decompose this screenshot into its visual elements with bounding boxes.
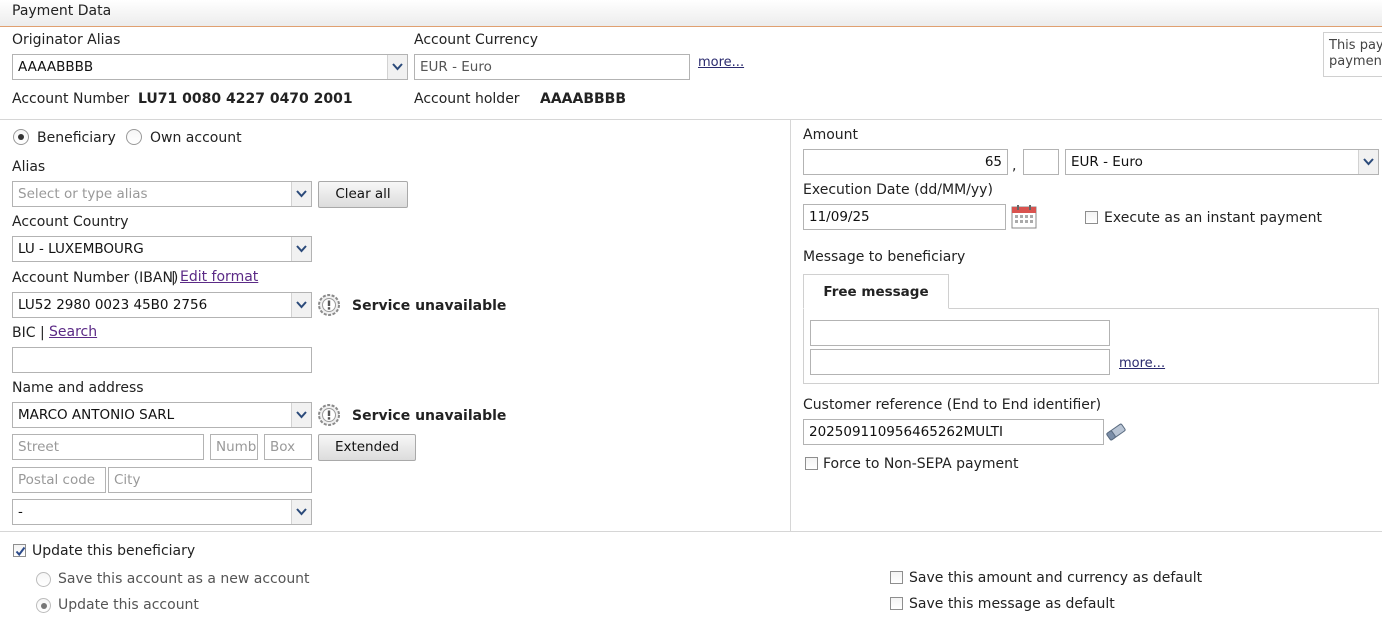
account-currency-label: Account Currency <box>414 32 539 48</box>
account-currency-field: EUR - Euro <box>414 54 690 80</box>
extended-button[interactable]: Extended <box>318 434 416 461</box>
side-note-line1: This pay <box>1329 38 1382 53</box>
update-beneficiary-checkbox[interactable] <box>13 544 26 557</box>
column-divider <box>790 120 791 531</box>
message-line2-input[interactable] <box>810 349 1110 375</box>
eraser-icon[interactable] <box>1104 421 1128 443</box>
decimals-input[interactable] <box>1023 149 1059 175</box>
save-amount-default-label: Save this amount and currency as default <box>909 570 1203 586</box>
execution-date-input[interactable]: 11/09/25 <box>803 204 1006 230</box>
amount-currency-value: EUR - Euro <box>1071 154 1143 170</box>
number-input[interactable]: Number <box>210 434 258 460</box>
force-nonsepa-label: Force to Non-SEPA payment <box>823 456 1019 472</box>
iban-value: LU52 2980 0023 45B0 2756 <box>18 297 208 313</box>
originator-alias-label: Originator Alias <box>12 32 121 48</box>
message-more-link[interactable]: more... <box>1119 356 1165 371</box>
chevron-down-icon[interactable] <box>1358 150 1378 174</box>
chevron-down-icon[interactable] <box>291 293 311 317</box>
bic-label: BIC <box>12 325 36 341</box>
name-combobox[interactable]: MARCO ANTONIO SARL <box>12 402 312 428</box>
chevron-down-icon[interactable] <box>291 403 311 427</box>
tab-free-message-label: Free message <box>823 284 929 300</box>
iban-combobox[interactable]: LU52 2980 0023 45B0 2756 <box>12 292 312 318</box>
bic-input[interactable] <box>12 347 312 373</box>
address-country-select[interactable]: - <box>12 499 312 525</box>
amount-currency-select[interactable]: EUR - Euro <box>1065 149 1379 175</box>
section-header: Payment Data <box>0 0 1382 27</box>
radio-save-new-account[interactable] <box>36 572 51 587</box>
account-holder-label: Account holder <box>414 91 520 107</box>
side-note-box: This pay paymen <box>1323 32 1382 77</box>
radio-update-account[interactable] <box>36 598 51 613</box>
customer-reference-label: Customer reference (End to End identifie… <box>803 397 1102 413</box>
alias-placeholder: Select or type alias <box>18 186 148 202</box>
city-input[interactable]: City <box>108 467 312 493</box>
save-message-default-checkbox[interactable] <box>890 597 903 610</box>
alias-combobox[interactable]: Select or type alias <box>12 181 312 207</box>
side-note-line2: paymen <box>1329 54 1382 69</box>
account-country-select[interactable]: LU - LUXEMBOURG <box>12 236 312 262</box>
originator-alias-value: AAAABBBB <box>18 59 94 75</box>
decimal-separator: , <box>1012 158 1017 174</box>
update-account-label: Update this account <box>58 597 199 613</box>
account-number-value: LU71 0080 4227 0470 2001 <box>138 91 353 107</box>
radio-own-account[interactable] <box>126 129 142 145</box>
calendar-icon[interactable] <box>1011 204 1037 229</box>
message-line1-input[interactable] <box>810 320 1110 346</box>
radio-beneficiary[interactable] <box>13 129 29 145</box>
address-country-value: - <box>18 504 23 520</box>
iban-service-status: Service unavailable <box>352 298 507 314</box>
divider-top <box>0 119 1382 120</box>
name-address-label: Name and address <box>12 380 144 396</box>
chevron-down-icon[interactable] <box>387 55 407 79</box>
divider-bottom <box>0 531 1382 532</box>
amount-input[interactable]: 65 <box>803 149 1008 175</box>
message-label: Message to beneficiary <box>803 249 966 265</box>
amount-label: Amount <box>803 127 859 143</box>
edit-format-link[interactable]: Edit format <box>180 269 258 285</box>
name-value: MARCO ANTONIO SARL <box>18 407 175 423</box>
iban-label: Account Number (IBAN) <box>12 270 179 286</box>
postal-code-input[interactable]: Postal code <box>12 467 106 493</box>
account-holder-value: AAAABBBB <box>540 91 627 107</box>
alias-label: Alias <box>12 159 46 175</box>
update-beneficiary-label: Update this beneficiary <box>32 543 196 559</box>
service-warning-icon <box>318 294 340 316</box>
originator-more-link[interactable]: more... <box>698 55 744 70</box>
account-number-label: Account Number <box>12 91 130 107</box>
account-country-label: Account Country <box>12 214 129 230</box>
account-country-value: LU - LUXEMBOURG <box>18 241 144 257</box>
radio-own-account-label: Own account <box>150 130 242 146</box>
radio-beneficiary-label: Beneficiary <box>37 130 116 146</box>
save-amount-default-checkbox[interactable] <box>890 571 903 584</box>
chevron-down-icon[interactable] <box>291 500 311 524</box>
street-input[interactable]: Street <box>12 434 204 460</box>
name-service-status: Service unavailable <box>352 408 507 424</box>
section-title: Payment Data <box>12 3 112 19</box>
instant-payment-checkbox[interactable] <box>1085 211 1098 224</box>
tab-free-message[interactable]: Free message <box>803 274 949 309</box>
originator-alias-select[interactable]: AAAABBBB <box>12 54 408 80</box>
bic-separator: | <box>40 325 45 341</box>
instant-payment-label: Execute as an instant payment <box>1104 210 1322 226</box>
iban-separator: | <box>171 270 176 286</box>
clear-all-button[interactable]: Clear all <box>318 181 408 208</box>
save-new-account-label: Save this account as a new account <box>58 571 310 587</box>
force-nonsepa-checkbox[interactable] <box>805 457 818 470</box>
chevron-down-icon[interactable] <box>291 237 311 261</box>
bic-search-link[interactable]: Search <box>49 324 97 340</box>
service-warning-icon <box>318 404 340 426</box>
execution-date-label: Execution Date (dd/MM/yy) <box>803 182 993 198</box>
box-input[interactable]: Box <box>264 434 312 460</box>
save-message-default-label: Save this message as default <box>909 596 1115 612</box>
chevron-down-icon[interactable] <box>291 182 311 206</box>
customer-reference-input[interactable]: 20250911095646​5262MULTI <box>803 419 1104 445</box>
